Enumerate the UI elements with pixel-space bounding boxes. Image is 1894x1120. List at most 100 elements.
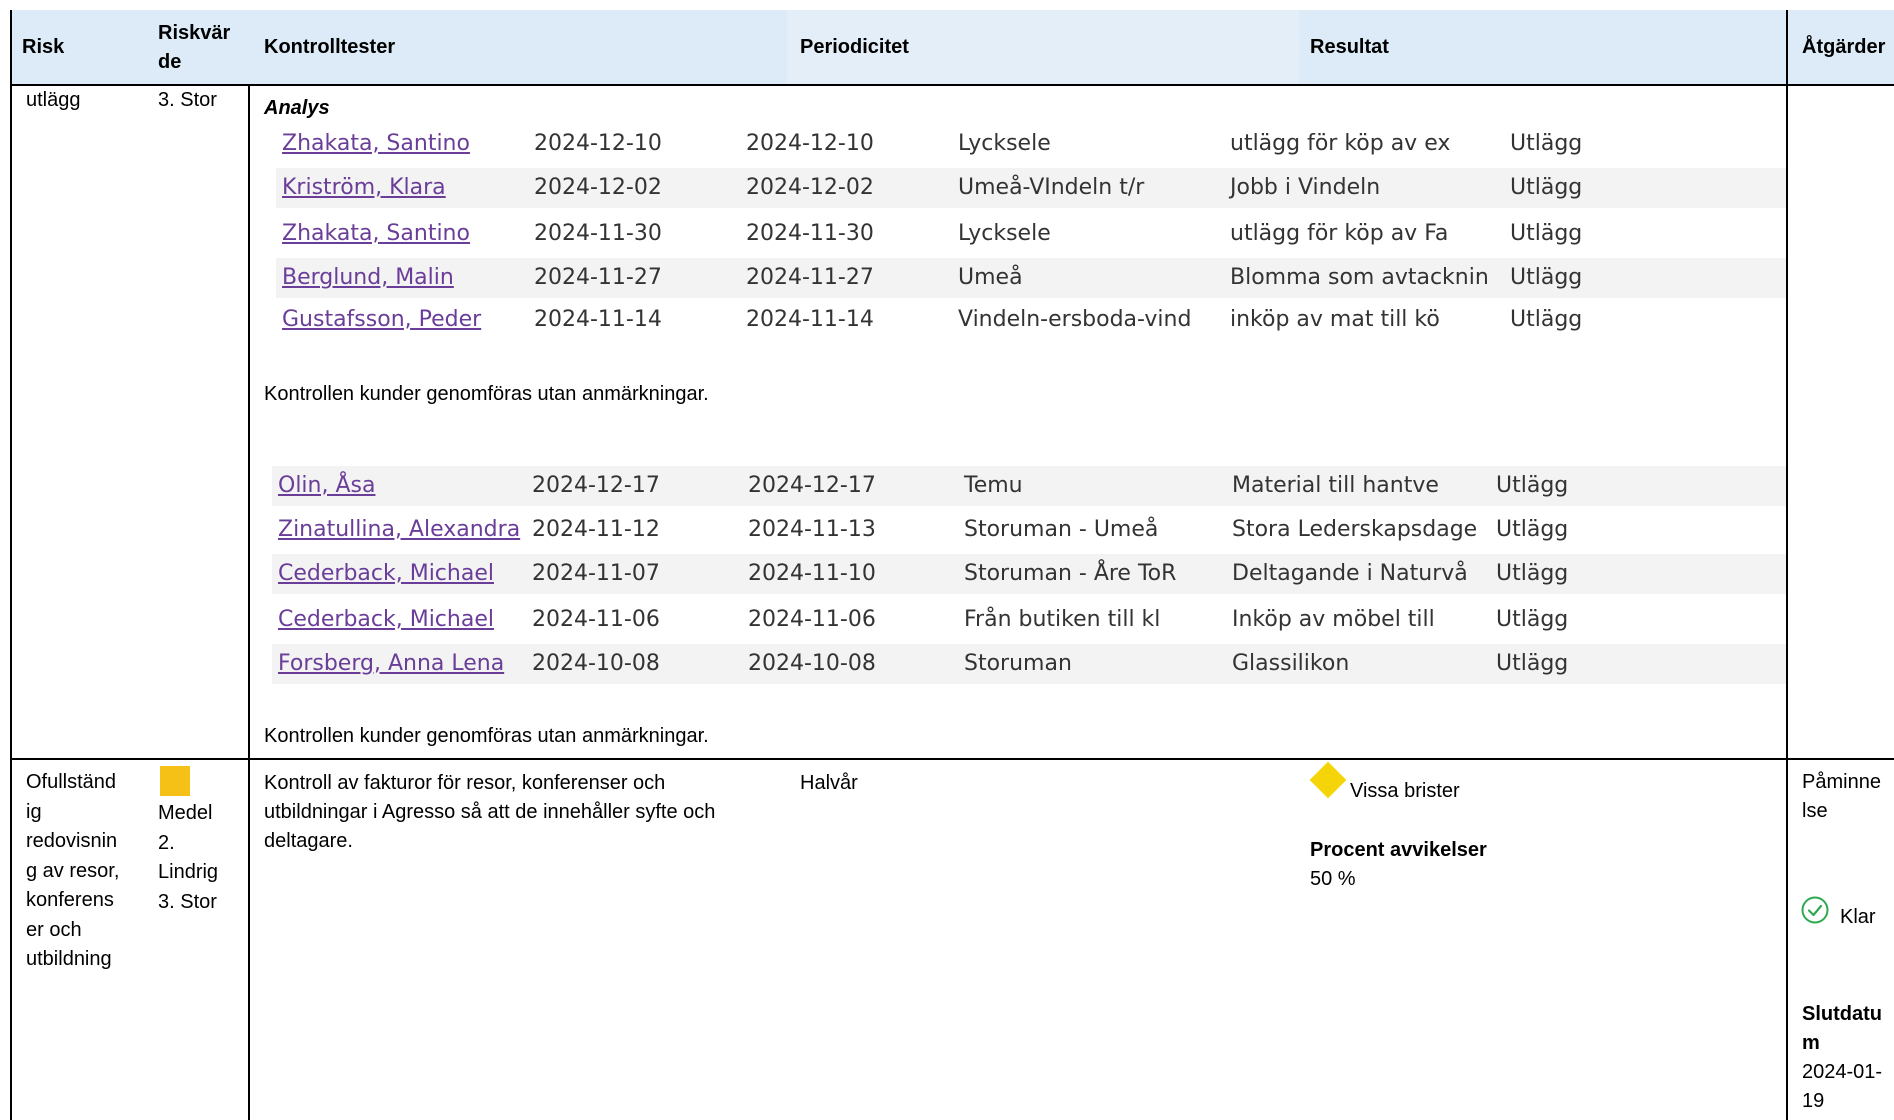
- date-to: 2024-11-14: [746, 307, 874, 332]
- employee-link[interactable]: Cederback, Michael: [272, 554, 524, 594]
- header-riskvarde: Riskvär de: [158, 19, 238, 77]
- control-note-1: Kontrollen kunder genomföras utan anmärk…: [264, 383, 709, 405]
- riskvarde-line: 2.: [158, 831, 175, 854]
- expense-type: Utlägg: [1510, 221, 1583, 246]
- column-border-atgarder: [1786, 10, 1788, 1120]
- document-page: Risk Riskvär de Kontrolltester Periodici…: [0, 0, 1894, 1120]
- slutdatum-label: Slutdatu m: [1802, 1000, 1882, 1058]
- employee-link[interactable]: Zhakata, Santino: [276, 214, 526, 254]
- date-to: 2024-10-08: [748, 651, 876, 676]
- place: Storuman - Åre ToR: [964, 561, 1177, 586]
- header-resultat: Resultat: [1310, 36, 1389, 58]
- atgard-line: lse: [1802, 800, 1828, 822]
- slutdatum-value-line: 2024-01-: [1802, 1061, 1883, 1083]
- date-from: 2024-12-10: [534, 131, 662, 156]
- column-border-kontroll: [248, 84, 250, 1120]
- place: Lycksele: [958, 131, 1051, 156]
- employee-link[interactable]: Zhakata, Santino: [276, 124, 526, 164]
- expense-type: Utlägg: [1510, 265, 1583, 290]
- description: Jobb i Vindeln: [1230, 175, 1381, 200]
- date-to: 2024-11-06: [748, 607, 876, 632]
- risk-line: Ofullständ: [26, 771, 117, 793]
- description: Deltagande i Naturvå: [1232, 561, 1468, 586]
- date-from: 2024-11-07: [532, 561, 660, 586]
- warning-diamond-icon: [1309, 761, 1347, 799]
- table-row: Zhakata, Santino 2024-11-30 2024-11-30 L…: [276, 214, 1786, 254]
- header-risk: Risk: [22, 36, 65, 58]
- risk-line: konferens: [26, 889, 114, 911]
- row2-kontrolltest: Kontroll av fakturor för resor, konferen…: [264, 769, 715, 856]
- description: Glassilikon: [1232, 651, 1350, 676]
- row2-atgard: Påminne lse: [1802, 768, 1881, 826]
- date-to: 2024-12-10: [746, 131, 874, 156]
- table-row: Gustafsson, Peder 2024-11-14 2024-11-14 …: [276, 300, 1786, 340]
- expense-table-1: Zhakata, Santino 2024-12-10 2024-12-10 L…: [276, 124, 1786, 348]
- procent-value: 50 %: [1310, 868, 1356, 890]
- expense-table-2: Olin, Åsa 2024-12-17 2024-12-17 Temu Mat…: [272, 466, 1786, 690]
- date-to: 2024-12-02: [746, 175, 874, 200]
- expense-type: Utlägg: [1496, 651, 1569, 676]
- risk-line: utbildning: [26, 948, 112, 970]
- atgard-line: Påminne: [1802, 771, 1881, 793]
- header-kontrolltester: Kontrolltester: [264, 36, 396, 58]
- table-row: Berglund, Malin 2024-11-27 2024-11-27 Um…: [276, 258, 1786, 298]
- expense-type: Utlägg: [1510, 175, 1583, 200]
- row1-riskvarde: 3. Stor: [158, 89, 217, 111]
- riskvarde-line: Medel: [158, 802, 213, 824]
- row1-risk: utlägg: [26, 89, 81, 111]
- date-from: 2024-11-27: [534, 265, 662, 290]
- place: Vindeln-ersboda-vind: [958, 307, 1192, 332]
- employee-link[interactable]: Kriström, Klara: [276, 168, 526, 208]
- table-row: Cederback, Michael 2024-11-06 2024-11-06…: [272, 600, 1786, 640]
- description: Stora Lederskapsdage: [1232, 517, 1478, 542]
- employee-link[interactable]: Gustafsson, Peder: [276, 300, 526, 340]
- expense-type: Utlägg: [1496, 607, 1569, 632]
- table-row: Cederback, Michael 2024-11-07 2024-11-10…: [272, 554, 1786, 594]
- place: Storuman - Umeå: [964, 517, 1159, 542]
- employee-link[interactable]: Forsberg, Anna Lena: [272, 644, 524, 684]
- table-row: Olin, Åsa 2024-12-17 2024-12-17 Temu Mat…: [272, 466, 1786, 506]
- row2-risk: Ofullständ ig redovisnin g av resor, kon…: [26, 768, 119, 975]
- kontroll-line: utbildningar i Agresso så att de innehål…: [264, 801, 716, 823]
- slutdatum-value: 2024-01- 19: [1802, 1058, 1882, 1116]
- place: Umeå-VIndeln t/r: [958, 175, 1145, 200]
- kontroll-line: Kontroll av fakturor för resor, konferen…: [264, 772, 666, 794]
- procent-label: Procent avvikelser: [1310, 839, 1487, 861]
- control-note-2: Kontrollen kunder genomföras utan anmärk…: [264, 725, 709, 747]
- header-bottom-border: [10, 84, 1894, 86]
- place: Temu: [964, 473, 1023, 498]
- date-from: 2024-11-06: [532, 607, 660, 632]
- risk-line: ig: [26, 800, 42, 823]
- date-from: 2024-11-30: [534, 221, 662, 246]
- date-from: 2024-11-14: [534, 307, 662, 332]
- header-riskvarde-text: Riskvär de: [158, 22, 231, 73]
- date-from: 2024-11-12: [532, 517, 660, 542]
- date-to: 2024-11-13: [748, 517, 876, 542]
- risk-line: er och: [26, 918, 82, 941]
- employee-link[interactable]: Berglund, Malin: [276, 258, 526, 298]
- date-from: 2024-12-02: [534, 175, 662, 200]
- description: Inköp av möbel till: [1232, 607, 1435, 632]
- table-row: Kriström, Klara 2024-12-02 2024-12-02 Um…: [276, 168, 1786, 208]
- row2-riskvarde: Medel 2. Lindrig 3. Stor: [158, 799, 218, 917]
- risk-line: redovisnin: [26, 830, 118, 852]
- header-periodicitet: Periodicitet: [800, 36, 909, 58]
- description: Material till hantve: [1232, 473, 1439, 498]
- check-circle-icon: [1801, 896, 1829, 924]
- description: utlägg för köp av Fa: [1230, 221, 1449, 246]
- description: inköp av mat till kö: [1230, 307, 1440, 332]
- expense-type: Utlägg: [1510, 131, 1583, 156]
- kontroll-line: deltagare.: [264, 830, 353, 852]
- employee-link[interactable]: Olin, Åsa: [272, 466, 524, 506]
- employee-link[interactable]: Cederback, Michael: [272, 600, 524, 640]
- place: Storuman: [964, 651, 1072, 676]
- place: Umeå: [958, 265, 1023, 290]
- table-row: Forsberg, Anna Lena 2024-10-08 2024-10-0…: [272, 644, 1786, 684]
- date-to: 2024-11-27: [746, 265, 874, 290]
- analys-label: Analys: [264, 97, 330, 119]
- riskvarde-line: Lindrig: [158, 861, 219, 883]
- employee-link[interactable]: Zinatullina, Alexandra: [272, 510, 524, 550]
- place: Från butiken till kl: [964, 607, 1161, 632]
- expense-type: Utlägg: [1510, 307, 1583, 332]
- header-atgarder: Åtgärder: [1802, 36, 1886, 58]
